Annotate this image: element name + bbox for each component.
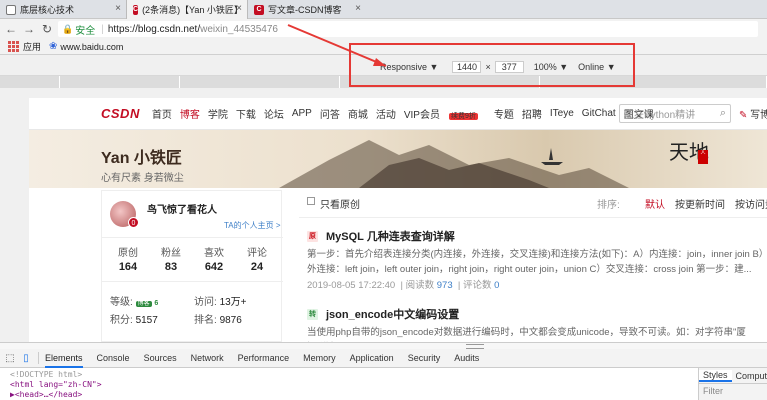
- nav-item-jobs[interactable]: 招聘: [522, 106, 542, 121]
- article-summary: 当使用php自带的json_encode对数据进行编码时，中文都会变成unico…: [307, 327, 746, 338]
- device-toggle-icon[interactable]: ▯: [20, 352, 32, 364]
- nav-item-blog[interactable]: 博客: [180, 106, 200, 121]
- tab-audits[interactable]: Audits: [454, 349, 479, 368]
- article-title[interactable]: 原 MySQL 几种连表查询详解: [307, 228, 455, 244]
- tab-network[interactable]: Network: [191, 349, 224, 368]
- styles-tabs: Styles Computed: [699, 368, 767, 384]
- blog-title: Yan 小铁匠: [101, 150, 182, 167]
- homepage-link[interactable]: TA的个人主页 >: [224, 220, 281, 231]
- level-number: 6: [154, 300, 159, 307]
- search-icon[interactable]: ⌕: [720, 107, 726, 120]
- styles-filter-input[interactable]: Filter: [699, 384, 767, 398]
- stat-likes[interactable]: 喜欢 642: [196, 244, 232, 273]
- inspect-element-icon[interactable]: ⬚: [4, 352, 16, 364]
- blog-banner: Yan 小铁匠 心有尺素 身若微尘 天地 人: [29, 130, 767, 188]
- devtools-tabbar: ⬚ ▯ Elements Console Sources Network Per…: [0, 349, 767, 368]
- profile-card: 0 鸟飞惊了看花人 TA的个人主页 > 原创 164 粉丝 83 喜欢 642 评论 2…: [101, 190, 283, 342]
- tab-styles[interactable]: Styles: [699, 369, 732, 382]
- tab-application[interactable]: Application: [350, 349, 394, 368]
- sort-label: 排序:: [597, 200, 620, 211]
- profile-stats: 原创 164 粉丝 83 喜欢 642 评论 24: [110, 244, 275, 273]
- write-button[interactable]: ✎ 写博: [739, 106, 767, 121]
- csdn-logo[interactable]: CSDN: [101, 106, 140, 121]
- tab-console[interactable]: Console: [97, 349, 130, 368]
- divider: [102, 281, 283, 282]
- article-item[interactable]: 转 json_encode中文编码设置 当使用php自带的json_encode…: [299, 306, 767, 342]
- stat-fans[interactable]: 粉丝 83: [153, 244, 189, 273]
- search-input[interactable]: 疯狂Python精讲 ⌕: [619, 104, 731, 123]
- nav-item-iteye[interactable]: ITeye: [550, 108, 574, 119]
- article-meta: 2019-08-05 17:22:40 | 阅读数 973 | 评论数 0: [307, 280, 500, 291]
- repost-badge: 转: [307, 308, 318, 320]
- article-item[interactable]: 原 MySQL 几种连表查询详解 第一步：首先介绍表连接分类(内连接，外连接，交…: [299, 228, 767, 298]
- nav-item-qa[interactable]: 问答: [320, 106, 340, 121]
- sort-by-visits[interactable]: 按访问量: [735, 196, 767, 211]
- original-badge: 原: [307, 230, 318, 242]
- page-viewport: CSDN 首页 博客 学院 下载 论坛 APP 问答 商城 活动 VIP会员 续费…: [29, 98, 767, 342]
- username[interactable]: 鸟飞惊了看花人: [147, 201, 217, 216]
- sort-default[interactable]: 默认: [645, 196, 665, 211]
- tab-memory[interactable]: Memory: [303, 349, 336, 368]
- nav-item-edu[interactable]: 学院: [208, 106, 228, 121]
- divider: [102, 237, 283, 238]
- article-list-header: 只看原创 排序: 默认 按更新时间 按访问量: [299, 190, 767, 218]
- nav-item-home[interactable]: 首页: [152, 106, 172, 121]
- stat-comments[interactable]: 评论 24: [239, 244, 275, 273]
- tab-performance[interactable]: Performance: [238, 349, 290, 368]
- comment-count: 0: [494, 280, 500, 291]
- nav-item-vip[interactable]: VIP会员 续费9折: [404, 106, 486, 121]
- csdn-navbar: CSDN 首页 博客 学院 下载 论坛 APP 问答 商城 活动 VIP会员 续费…: [29, 98, 767, 130]
- nav-item-download[interactable]: 下载: [236, 106, 256, 121]
- nav-item-forum[interactable]: 论坛: [264, 106, 284, 121]
- level-info: 等级: 博客 6: [110, 297, 159, 308]
- avatar-badge: 0: [128, 217, 139, 228]
- sort-by-time[interactable]: 按更新时间: [675, 196, 725, 211]
- only-original-label[interactable]: 只看原创: [320, 196, 360, 211]
- doctype-line[interactable]: <!DOCTYPE html>: [10, 370, 698, 380]
- article-title[interactable]: 转 json_encode中文编码设置: [307, 306, 459, 322]
- rank-info: 排名: 9876: [194, 315, 242, 326]
- nav-item-topics[interactable]: 专题: [494, 106, 514, 121]
- nav-item-gitchat[interactable]: GitChat: [582, 108, 616, 119]
- head-line[interactable]: ▶<head>…</head>: [10, 390, 698, 400]
- tab-computed[interactable]: Computed: [732, 371, 767, 381]
- tab-sources[interactable]: Sources: [144, 349, 177, 368]
- styles-pane: Styles Computed Filter: [698, 368, 767, 400]
- divider: [38, 352, 39, 364]
- nav-item-events[interactable]: 活动: [376, 106, 396, 121]
- points-info: 积分: 5157: [110, 315, 158, 326]
- csdn-nav-items: 首页 博客 学院 下载 论坛 APP 问答 商城 活动 VIP会员 续费9折 专题…: [152, 106, 662, 121]
- seal-stamp: 人: [698, 150, 708, 164]
- elements-tree: <!DOCTYPE html> <html lang="zh-CN"> ▶<he…: [0, 368, 698, 400]
- pen-icon: ✎: [739, 110, 748, 121]
- tab-security[interactable]: Security: [408, 349, 441, 368]
- only-original-checkbox[interactable]: [307, 197, 315, 205]
- nav-item-mall[interactable]: 商城: [348, 106, 368, 121]
- visits-info: 访问: 13万+: [194, 297, 247, 308]
- tab-elements[interactable]: Elements: [45, 349, 83, 368]
- html-line[interactable]: <html lang="zh-CN">: [10, 380, 698, 390]
- read-count: 973: [436, 280, 453, 291]
- blog-subtitle: 心有尺素 身若微尘: [101, 173, 184, 184]
- annotation-arrow: [287, 24, 387, 67]
- level-badge: 博客: [135, 301, 152, 307]
- nav-item-app[interactable]: APP: [292, 108, 312, 119]
- article-date: 2019-08-05 17:22:40: [307, 280, 396, 291]
- stat-original[interactable]: 原创 164: [110, 244, 146, 273]
- hot-badge: 续费9折: [448, 113, 478, 120]
- article-summary: 第一步：首先介绍表连接分类(内连接，外连接，交叉连接)和连接方法(如下)：A）内…: [307, 249, 764, 275]
